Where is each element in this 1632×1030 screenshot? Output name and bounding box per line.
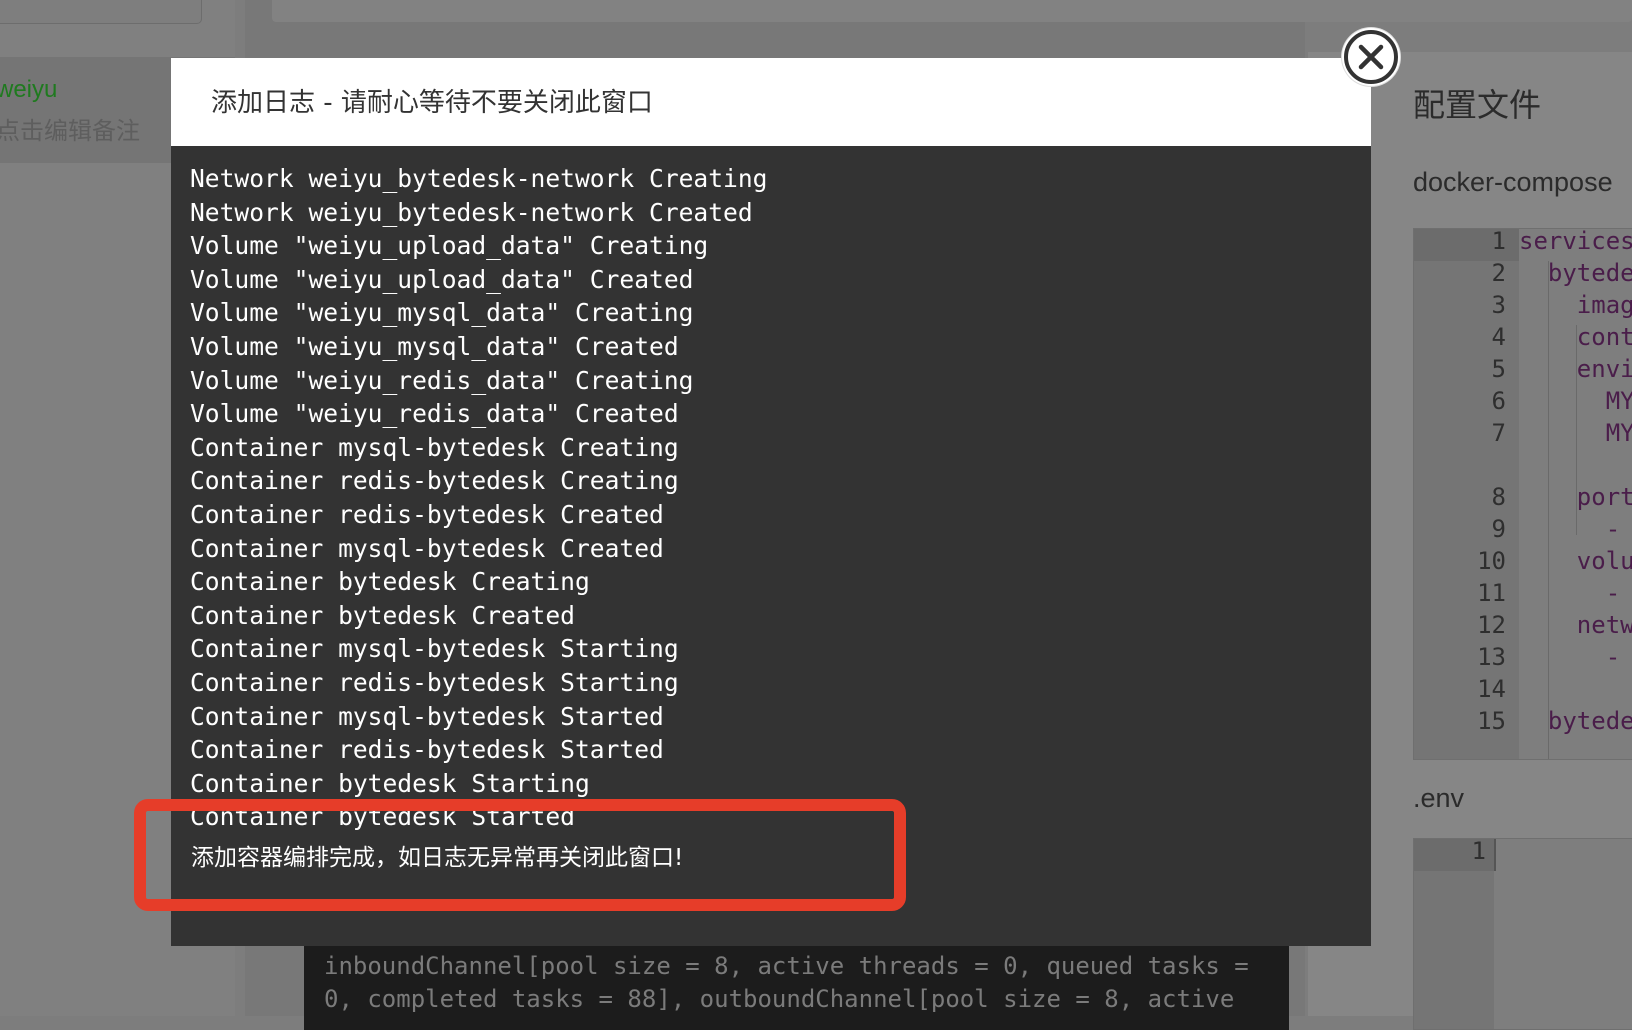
left-search-box[interactable] bbox=[0, 0, 202, 24]
config-panel-title: 配置文件 bbox=[1413, 86, 1542, 124]
line-number: 8 bbox=[1491, 483, 1506, 511]
log-output: Network weiyu_bytedesk-network Creating N… bbox=[190, 162, 767, 834]
background-console: inboundChannel[pool size = 8, active thr… bbox=[304, 940, 1289, 1030]
line-number: 6 bbox=[1491, 387, 1506, 415]
code-line: netw bbox=[1519, 611, 1632, 639]
compose-editor[interactable]: 1 services 2 bytede 3 imag 4 cont 5 envi 6 MY 7… bbox=[1413, 228, 1632, 760]
log-line: Network weiyu_bytedesk-network Created bbox=[190, 197, 753, 227]
code-line: volu bbox=[1519, 547, 1632, 575]
log-line: Container mysql-bytedesk Started bbox=[190, 701, 664, 731]
log-line: Container mysql-bytedesk Starting bbox=[190, 634, 679, 664]
log-line: Container bytedesk Creating bbox=[190, 567, 590, 597]
code-line: cont bbox=[1519, 323, 1632, 351]
line-number: 3 bbox=[1491, 291, 1506, 319]
line-number: 4 bbox=[1491, 323, 1506, 351]
line-number: 11 bbox=[1477, 579, 1506, 607]
log-line: Volume "weiyu_redis_data" Created bbox=[190, 399, 679, 429]
log-line: Volume "weiyu_mysql_data" Created bbox=[190, 331, 679, 361]
code-line: envi bbox=[1519, 355, 1632, 383]
compose-file-label: docker-compose bbox=[1413, 167, 1613, 197]
top-bar bbox=[272, 0, 1632, 22]
log-line: Container redis-bytedesk Starting bbox=[190, 667, 679, 697]
line-number: 1 bbox=[1491, 228, 1506, 255]
project-note[interactable]: 点击编辑备注 bbox=[0, 111, 140, 146]
modal-title: 添加日志 - 请耐心等待不要关闭此窗口 bbox=[211, 88, 653, 118]
env-file-label: .env bbox=[1413, 783, 1465, 813]
line-number: 5 bbox=[1491, 355, 1506, 383]
log-line: Container mysql-bytedesk Created bbox=[190, 533, 664, 563]
code-line: bytede bbox=[1519, 259, 1632, 287]
project-name: weiyu bbox=[0, 76, 58, 103]
code-line: - bbox=[1519, 579, 1621, 607]
line-number: 12 bbox=[1477, 611, 1506, 639]
log-line: Network weiyu_bytedesk-network Creating bbox=[190, 164, 768, 193]
code-line: imag bbox=[1519, 291, 1632, 319]
code-line: - bbox=[1519, 643, 1621, 671]
log-line: Volume "weiyu_mysql_data" Creating bbox=[190, 298, 694, 328]
code-line: MY bbox=[1519, 419, 1632, 447]
console-line: inboundChannel[pool size = 8, active thr… bbox=[324, 952, 1249, 980]
line-number: 9 bbox=[1491, 515, 1506, 543]
line-number: 7 bbox=[1491, 419, 1506, 447]
code-line: MY bbox=[1519, 387, 1632, 415]
log-line: Container redis-bytedesk Started bbox=[190, 735, 664, 765]
line-number: 13 bbox=[1477, 643, 1506, 671]
line-number: 15 bbox=[1477, 707, 1506, 735]
code-line: - bbox=[1519, 515, 1621, 543]
code-line: services bbox=[1519, 228, 1632, 255]
code-line: bytede bbox=[1519, 707, 1632, 735]
line-number: 2 bbox=[1491, 259, 1506, 287]
log-line: Container bytedesk Starting bbox=[190, 768, 590, 798]
log-line: Container mysql-bytedesk Creating bbox=[190, 432, 679, 462]
code-line: port bbox=[1519, 483, 1632, 511]
cursor bbox=[1494, 839, 1496, 871]
log-line: Container redis-bytedesk Creating bbox=[190, 466, 679, 496]
log-line: Container redis-bytedesk Created bbox=[190, 499, 664, 529]
console-line: 0, completed tasks = 88], outboundChanne… bbox=[324, 985, 1235, 1013]
line-number: 14 bbox=[1477, 675, 1506, 703]
env-editor[interactable]: 1 bbox=[1413, 838, 1632, 1030]
line-number: 1 bbox=[1471, 838, 1486, 865]
log-line: Volume "weiyu_redis_data" Creating bbox=[190, 365, 694, 395]
log-line: Volume "weiyu_upload_data" Created bbox=[190, 264, 694, 294]
modal-header: 添加日志 - 请耐心等待不要关闭此窗口 bbox=[171, 58, 1371, 146]
log-line: Volume "weiyu_upload_data" Creating bbox=[190, 231, 709, 261]
close-circle-icon[interactable] bbox=[1342, 28, 1400, 86]
log-line: Container bytedesk Created bbox=[190, 600, 575, 630]
line-number: 10 bbox=[1477, 547, 1506, 575]
highlight-annotation bbox=[134, 799, 906, 911]
